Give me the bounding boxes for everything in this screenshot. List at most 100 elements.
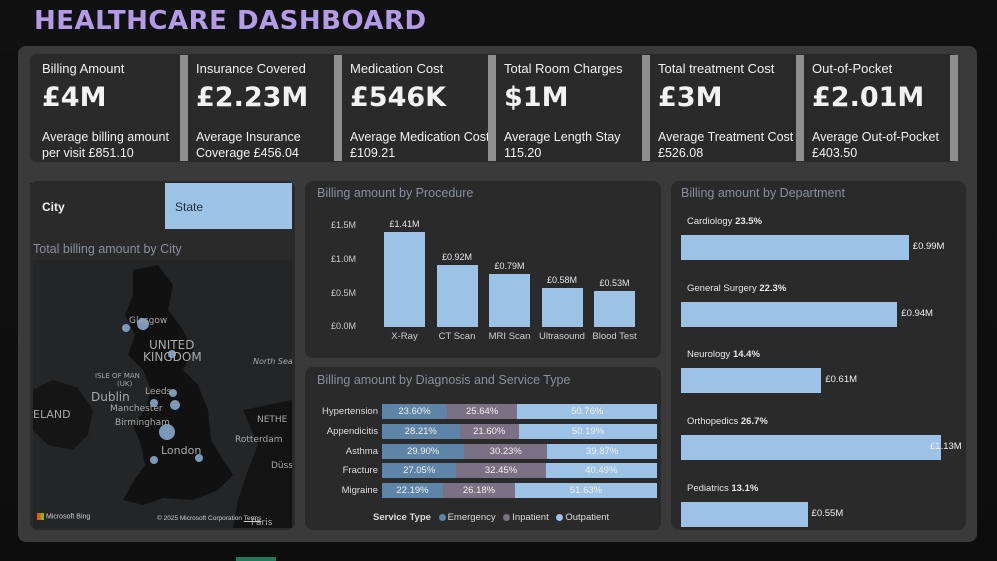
kpi-label: Insurance Covered	[196, 61, 306, 76]
procedure-bar[interactable]	[384, 232, 425, 327]
diagnosis-label: Appendicitis	[326, 425, 378, 437]
diagnosis-segment-outpatient[interactable]: 51.63%	[515, 483, 657, 499]
diagnosis-chart-title: Billing amount by Diagnosis and Service …	[317, 373, 571, 387]
department-label: Orthopedics 26.7%	[687, 416, 768, 427]
service-type-legend: Service Type Emergency Inpatient Outpati…	[373, 512, 609, 523]
map-label-dublin: Dublin	[91, 390, 130, 404]
kpi-label: Total Room Charges	[504, 61, 623, 76]
tab-state[interactable]: State	[165, 183, 292, 229]
map-title: Total billing amount by City	[33, 242, 182, 256]
procedure-bar[interactable]	[541, 287, 583, 327]
diagnosis-segment-outpatient[interactable]: 50.19%	[518, 423, 657, 439]
kpi-label: Out-of-Pocket	[812, 61, 893, 76]
map-label-glasgow: Glasgow	[129, 316, 168, 326]
diagnosis-segment-outpatient[interactable]: 40.49%	[545, 463, 657, 479]
kpi-subtext: Average billing amount per visit £851.10	[42, 130, 169, 160]
kpi-value: £546K	[350, 82, 447, 113]
department-bar[interactable]	[681, 435, 941, 461]
department-percent: 23.5%	[735, 216, 762, 227]
diagnosis-segment-emergency[interactable]: 23.60%	[382, 404, 447, 419]
city-bubble-manchester[interactable]	[170, 400, 180, 410]
procedure-bar[interactable]	[594, 291, 635, 327]
legend-outpatient-dot	[556, 513, 564, 521]
diagnosis-segment-inpatient[interactable]: 26.18%	[443, 483, 515, 499]
legend-outpatient[interactable]: Outpatient	[565, 512, 609, 523]
diagnosis-segment-inpatient[interactable]: 21.60%	[459, 423, 519, 439]
diagnosis-segment-emergency[interactable]: 29.90%	[382, 443, 465, 459]
department-name: Pediatrics	[687, 482, 729, 494]
legend-title: Service Type	[373, 512, 431, 523]
y-tick-label: £0.5M	[330, 288, 356, 298]
diagnosis-label: Fracture	[342, 465, 378, 477]
kpi-divider	[950, 55, 958, 161]
diagnosis-segment-outpatient[interactable]: 39.87%	[547, 443, 657, 459]
diagnosis-segment-emergency[interactable]: 22.19%	[382, 483, 444, 499]
procedure-category-label: Blood Test	[592, 331, 637, 342]
department-bar[interactable]	[681, 235, 909, 260]
procedure-category-label: Ultrasound	[539, 331, 585, 342]
page-tab-indicator[interactable]	[236, 557, 276, 561]
legend-inpatient[interactable]: Inpatient	[512, 512, 548, 523]
department-value-label: £1.13M	[930, 441, 962, 453]
map-attribution: Microsoft Bing	[45, 513, 91, 521]
department-name: Neurology	[687, 349, 731, 361]
department-name: Orthopedics	[687, 416, 739, 428]
department-value-label: £0.61M	[825, 374, 858, 386]
kpi-card-3: Total Room Charges $1M Average Length Stay…	[492, 54, 650, 162]
kpi-card-5: Out-of-Pocket £2.01M Average Out-of-Pocket…	[800, 54, 958, 162]
kpi-card-0: Billing Amount £4M Average billing amount …	[30, 54, 188, 162]
kpi-card-4: Total treatment Cost £3M Average Treatment…	[646, 54, 804, 162]
map-label-netherlands: NETHE	[257, 415, 288, 425]
kpi-card-2: Medication Cost £546K Average Medication C…	[338, 54, 496, 162]
map-label-ireland: ELAND	[33, 408, 71, 421]
kpi-card-1: Insurance Covered £2.23M Average Insurance…	[184, 54, 342, 162]
procedure-category-label: X-Ray	[391, 331, 418, 342]
map-label-north-sea: North Sea	[253, 357, 292, 366]
procedure-data-label: £1.41M	[389, 219, 420, 230]
department-percent: 14.4%	[732, 349, 760, 361]
map-terms-link[interactable]: Terms	[244, 515, 262, 522]
diagnosis-label: Migraine	[341, 485, 378, 497]
kpi-value: £3M	[658, 82, 723, 113]
diagnosis-segment-emergency[interactable]: 27.05%	[382, 463, 457, 479]
windows-logo-icon	[37, 513, 44, 520]
tab-city[interactable]: City	[30, 183, 165, 229]
procedure-chart-title: Billing amount by Procedure	[317, 186, 474, 200]
billing-map[interactable]: Glasgow UNITED KINGDOM North Sea ISLE OF…	[33, 260, 292, 528]
diagnosis-segment-inpatient[interactable]: 30.23%	[464, 443, 548, 459]
department-bar[interactable]	[681, 368, 822, 394]
diagnosis-segment-inpatient[interactable]: 32.45%	[456, 463, 546, 479]
department-value-label: £0.99M	[912, 241, 945, 252]
legend-emergency-dot	[438, 513, 446, 521]
kpi-value: $1M	[504, 82, 569, 113]
kpi-subtext: Average Medication Cost £109.21	[350, 130, 490, 160]
diagnosis-label: Asthma	[345, 445, 378, 457]
legend-emergency[interactable]: Emergency	[448, 512, 496, 523]
procedure-data-label: £0.58M	[546, 274, 578, 285]
y-tick-label: £1.5M	[330, 220, 356, 230]
procedure-bar[interactable]	[436, 265, 478, 327]
diagnosis-segment-inpatient[interactable]: 25.64%	[446, 404, 518, 419]
department-label: Pediatrics 13.1%	[687, 483, 758, 494]
department-bar[interactable]	[681, 501, 808, 527]
map-label-dusseldorf: Düss	[271, 461, 292, 471]
map-label-leeds: Leeds	[145, 387, 172, 397]
bing-logo: Microsoft Bing	[37, 513, 90, 520]
department-bar[interactable]	[681, 301, 898, 327]
department-label: Neurology 14.4%	[687, 349, 760, 360]
city-bubble-bristol[interactable]	[150, 456, 158, 464]
department-percent: 22.3%	[759, 282, 787, 294]
department-name: General Surgery	[687, 282, 757, 294]
map-label-rotterdam: Rotterdam	[235, 435, 283, 445]
procedure-data-label: £0.53M	[599, 278, 630, 289]
diagnosis-segment-outpatient[interactable]: 50.76%	[517, 404, 657, 419]
procedure-category-label: MRI Scan	[488, 331, 531, 342]
department-percent: 13.1%	[731, 482, 759, 494]
map-label-birmingham: Birmingham	[115, 418, 170, 428]
department-label: General Surgery 22.3%	[687, 283, 786, 294]
procedure-bar[interactable]	[489, 273, 530, 327]
department-chart-title: Billing amount by Department	[681, 186, 845, 200]
procedure-data-label: £0.92M	[441, 252, 473, 263]
map-label-kingdom: KINGDOM	[143, 350, 202, 364]
diagnosis-segment-emergency[interactable]: 28.21%	[382, 423, 460, 439]
